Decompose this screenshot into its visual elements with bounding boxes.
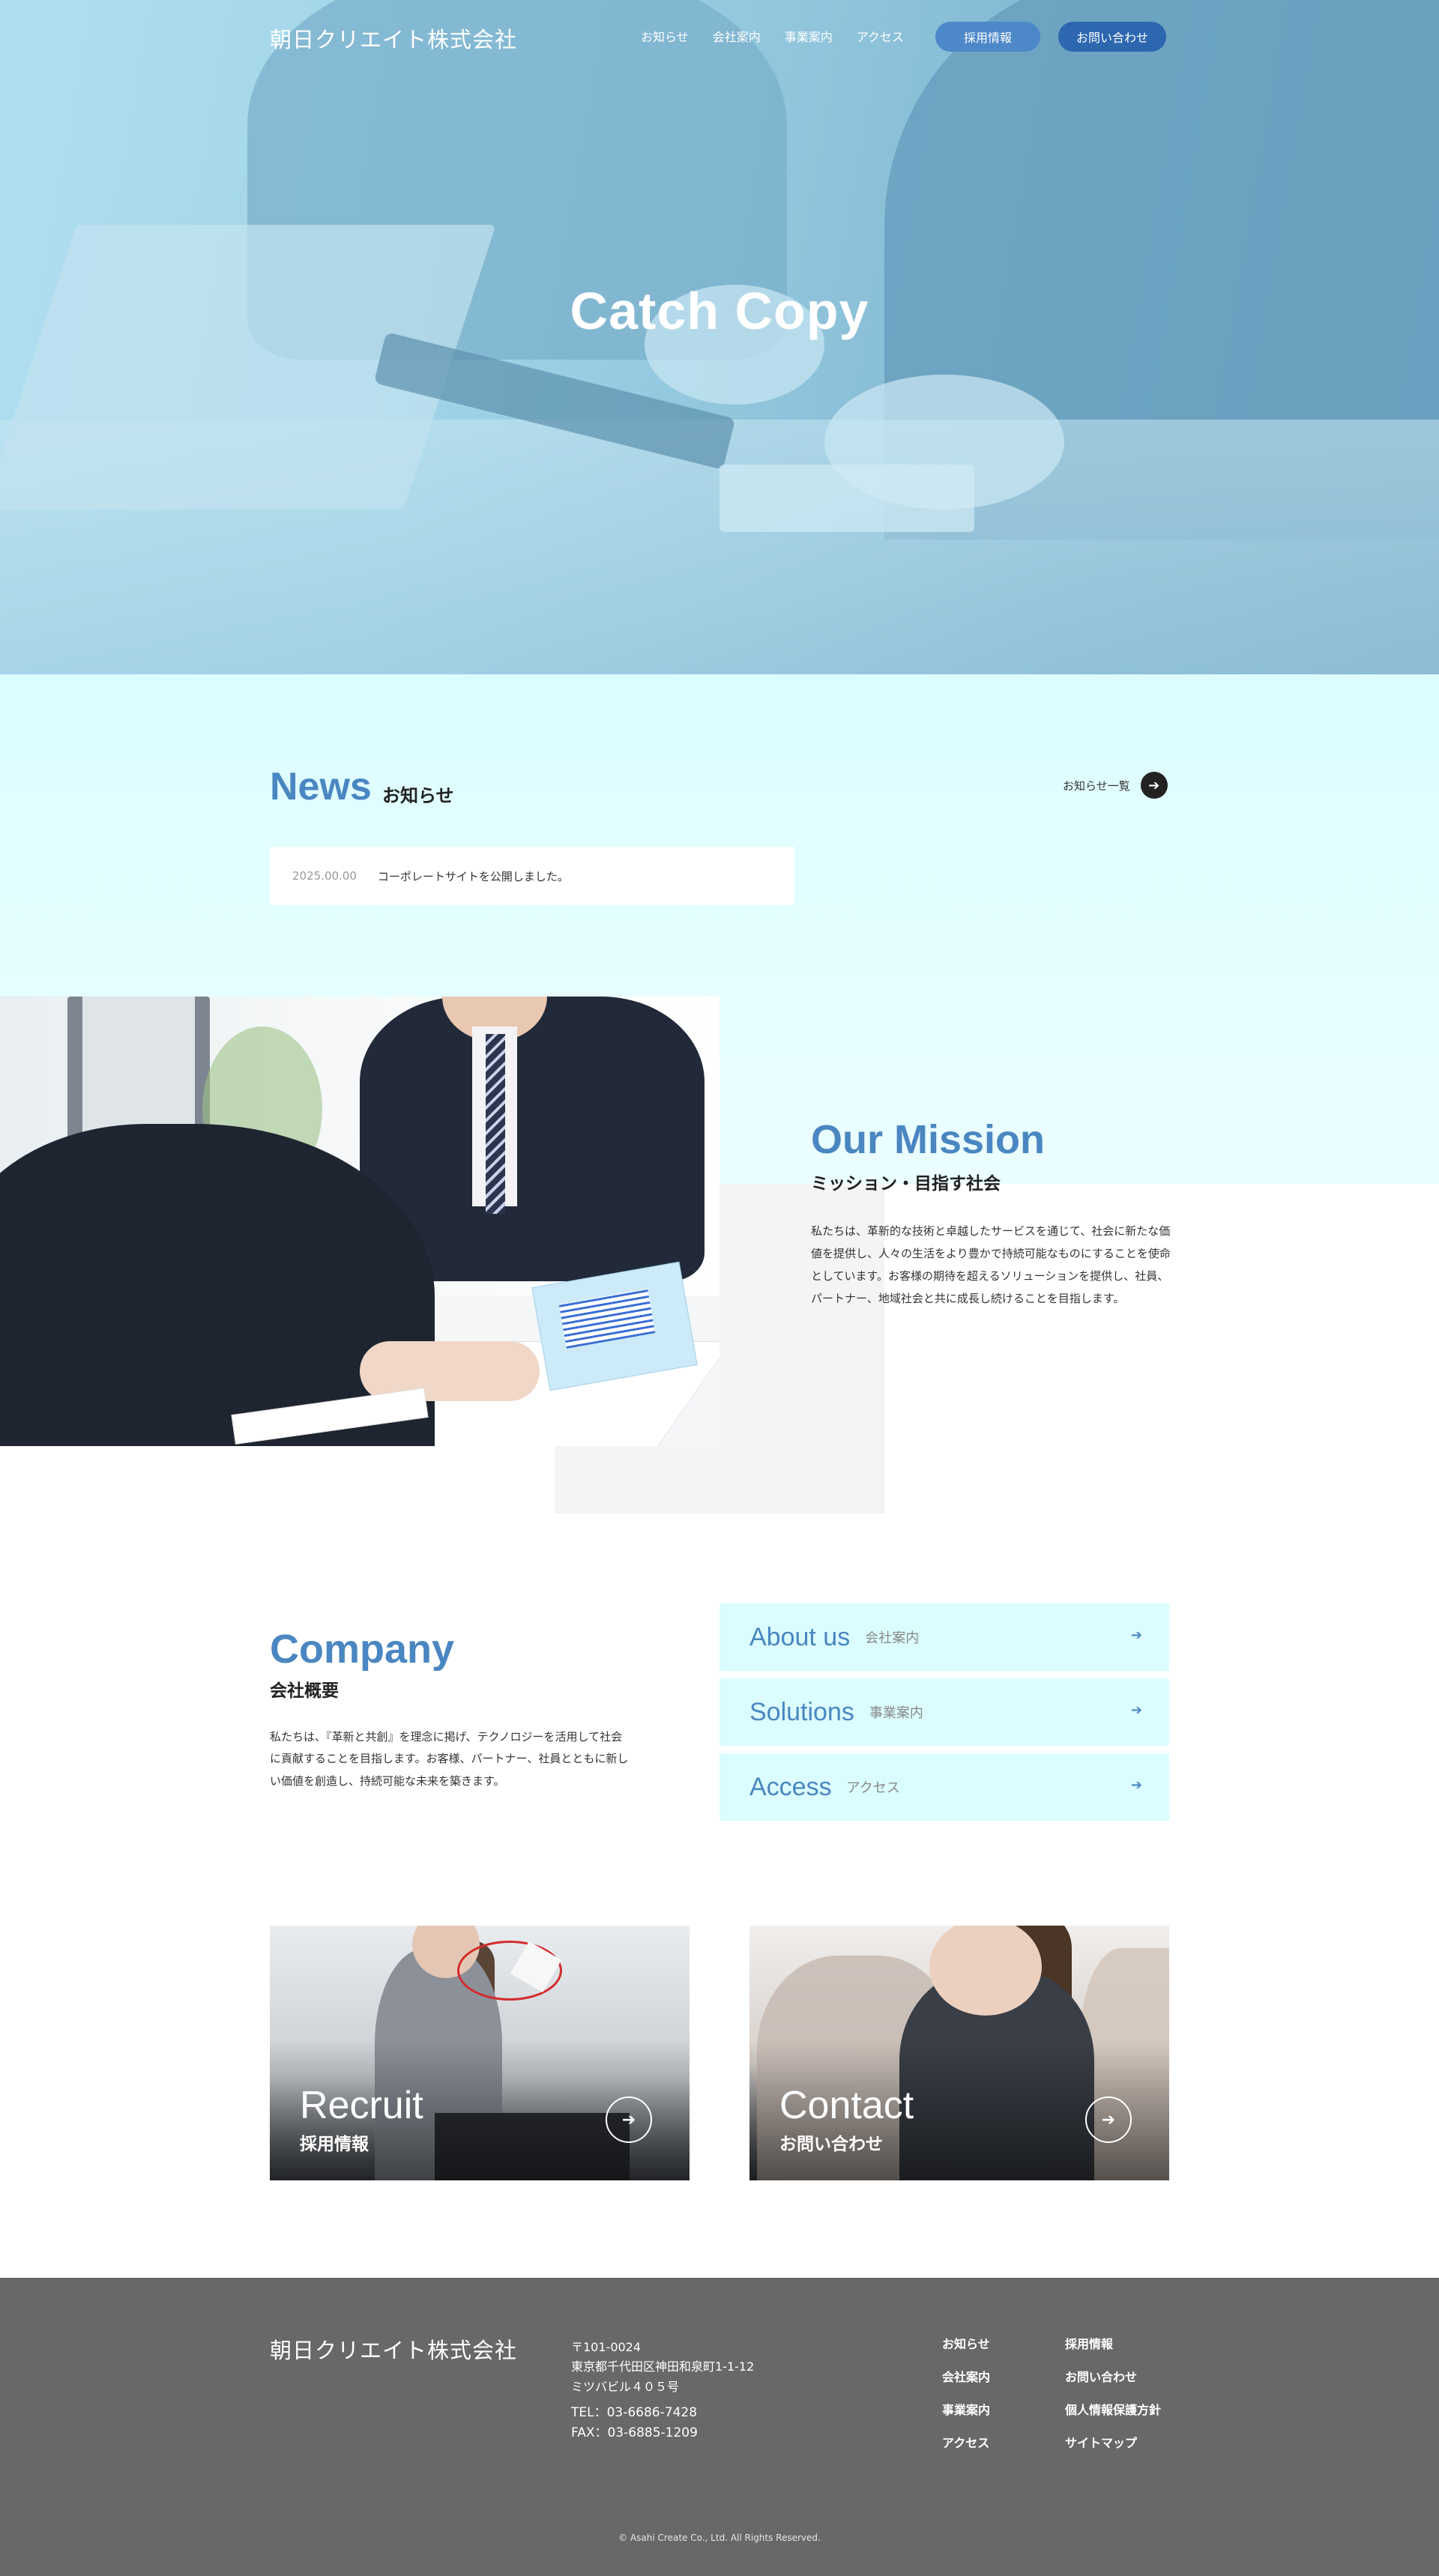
hero-section: 朝日クリエイト株式会社 お知らせ 会社案内 事業案内 アクセス 採用情報 お問い…: [0, 0, 1439, 674]
nav-item-business[interactable]: 事業案内: [785, 27, 833, 45]
footer-address: 〒101-0024 東京都千代田区神田和泉町1-1-12 ミツバビル４０５号: [571, 2338, 754, 2397]
page: 朝日クリエイト株式会社 お知らせ 会社案内 事業案内 アクセス 採用情報 お問い…: [0, 0, 1439, 2576]
mission-photo: [0, 997, 720, 1446]
news-list-link[interactable]: お知らせ一覧 ➔: [1063, 772, 1168, 799]
recruit-card[interactable]: Recruit 採用情報 ➔: [270, 1926, 690, 2180]
footer-nav-recruit[interactable]: 採用情報: [1065, 2338, 1188, 2351]
about-us-link[interactable]: About us 会社案内 ➔: [720, 1603, 1169, 1671]
arrow-right-icon: ➔: [1130, 1627, 1142, 1643]
news-text: コーポレートサイトを公開しました。: [377, 869, 569, 883]
footer-nav-contact[interactable]: お問い合わせ: [1065, 2371, 1188, 2384]
recruit-button[interactable]: 採用情報: [935, 22, 1040, 52]
footer-logo[interactable]: 朝日クリエイト株式会社: [270, 2333, 517, 2365]
footer-address-line: 東京都千代田区神田和泉町1-1-12: [571, 2359, 755, 2374]
news-date: 2025.00.00: [292, 869, 357, 883]
footer-nav-sitemap[interactable]: サイトマップ: [1065, 2437, 1188, 2450]
link-title: About us: [749, 1622, 851, 1651]
footer-address-line: ミツバビル４０５号: [571, 2379, 680, 2394]
contact-button[interactable]: お問い合わせ: [1058, 22, 1166, 52]
recruit-card-title: Recruit: [300, 2084, 423, 2127]
link-title: Solutions: [749, 1697, 854, 1726]
mission-subtitle: ミッション・目指す社会: [811, 1174, 1001, 1194]
site-logo[interactable]: 朝日クリエイト株式会社: [270, 22, 517, 54]
catch-copy: Catch Copy: [570, 282, 869, 340]
link-subtitle: アクセス: [846, 1780, 900, 1796]
footer-tel: TEL：03-6686-7428: [571, 2405, 698, 2420]
nav-item-access[interactable]: アクセス: [857, 27, 904, 45]
news-list-label: お知らせ一覧: [1063, 778, 1130, 793]
mission-photo-tie: [486, 1034, 505, 1214]
contact-card[interactable]: Contact お問い合わせ ➔: [749, 1926, 1169, 2180]
company-title: Company: [270, 1627, 455, 1672]
arrow-right-icon: ➔: [606, 2096, 652, 2143]
copyright: © Asahi Create Co., Ltd. All Rights Rese…: [618, 2533, 821, 2543]
link-subtitle: 会社案内: [865, 1630, 920, 1646]
news-item[interactable]: 2025.00.00 コーポレートサイトを公開しました。: [270, 847, 794, 905]
footer-nav-business[interactable]: 事業案内: [942, 2404, 1065, 2417]
nav-item-news[interactable]: お知らせ: [641, 27, 689, 45]
footer-nav-access[interactable]: アクセス: [942, 2437, 1065, 2450]
arrow-right-icon: ➔: [1130, 1777, 1142, 1793]
global-nav: お知らせ 会社案内 事業案内 アクセス: [641, 27, 904, 45]
arrow-right-icon: ➔: [1140, 772, 1168, 799]
nav-item-company[interactable]: 会社案内: [713, 27, 761, 45]
company-subtitle: 会社概要: [270, 1681, 339, 1701]
footer-nav: お知らせ 採用情報 会社案内 お問い合わせ 事業案内 個人情報保護方針 アクセス…: [942, 2338, 1188, 2450]
footer-nav-company[interactable]: 会社案内: [942, 2371, 1065, 2384]
news-subtitle: お知らせ: [382, 785, 454, 806]
site-footer: 朝日クリエイト株式会社 〒101-0024 東京都千代田区神田和泉町1-1-12…: [0, 2278, 1439, 2576]
arrow-right-icon: ➔: [1085, 2096, 1132, 2143]
contact-card-subtitle: お問い合わせ: [779, 2135, 883, 2154]
footer-fax: FAX：03-6885-1209: [571, 2425, 698, 2441]
link-title: Access: [749, 1772, 832, 1801]
mission-body: 私たちは、革新的な技術と卓越したサービスを通じて、社会に新たな価値を提供し、人々…: [811, 1224, 1171, 1305]
footer-nav-news[interactable]: お知らせ: [942, 2338, 1065, 2351]
access-link[interactable]: Access アクセス ➔: [720, 1753, 1169, 1821]
news-title: News: [270, 765, 372, 808]
footer-contact-numbers: TEL：03-6686-7428 FAX：03-6885-1209: [571, 2403, 698, 2443]
company-body: 私たちは、『革新と共創』を理念に掲げ、テクノロジーを活用して社会に貢献することを…: [270, 1730, 629, 1788]
footer-nav-privacy[interactable]: 個人情報保護方針: [1065, 2404, 1188, 2417]
arrow-right-icon: ➔: [1130, 1702, 1142, 1718]
company-links: About us 会社案内 ➔ Solutions 事業案内 ➔ Access …: [720, 1603, 1169, 1828]
footer-postal: 〒101-0024: [571, 2340, 642, 2354]
solutions-link[interactable]: Solutions 事業案内 ➔: [720, 1678, 1169, 1746]
recruit-card-subtitle: 採用情報: [300, 2135, 369, 2154]
link-subtitle: 事業案内: [869, 1705, 923, 1721]
mission-title: Our Mission: [811, 1117, 1046, 1162]
contact-card-title: Contact: [779, 2084, 914, 2127]
